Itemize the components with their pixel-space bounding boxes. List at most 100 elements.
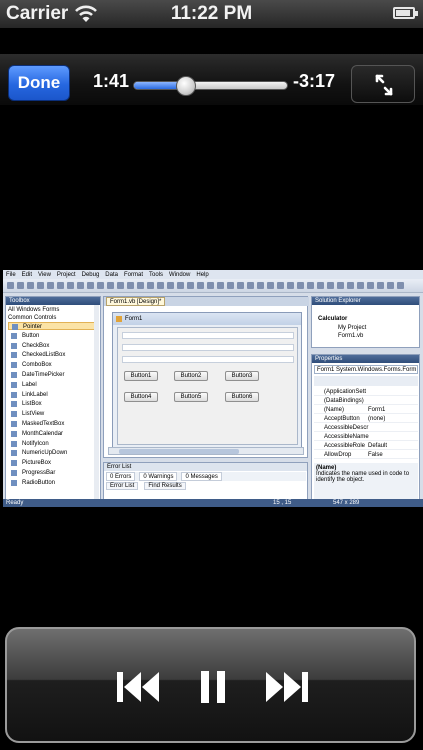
toolbar-icon [57, 282, 64, 289]
toolbar-icon [247, 282, 254, 289]
property-row: AccessibleRole Default [314, 442, 418, 450]
toolbar-icon [227, 282, 234, 289]
toolbar-icon [7, 282, 14, 289]
properties-object: Form1 System.Windows.Forms.Form [314, 365, 418, 374]
pause-icon[interactable] [200, 669, 226, 705]
vs-toolbar [3, 279, 423, 293]
scrubber-thumb[interactable] [176, 76, 197, 96]
toolbar-icon [217, 282, 224, 289]
property-name: (DataBindings) [324, 398, 364, 404]
toolbox-item: ListBox [8, 400, 96, 408]
toolbar-icon [277, 282, 284, 289]
property-row: AcceptButton (none) [314, 415, 418, 423]
toolbar-icon [167, 282, 174, 289]
property-name: AllowDrop [324, 452, 352, 458]
properties-title: Properties [312, 355, 419, 363]
video-frame[interactable]: File Edit View Project Debug Data Format Tools W… [3, 270, 423, 507]
control-icon [11, 460, 17, 467]
toolbox-item: Button [8, 332, 96, 340]
toolbar-icon [337, 282, 344, 289]
toolbox-item: Pointer [8, 322, 96, 330]
designer-tab-strip: Form1.vb [Design]* [104, 297, 309, 306]
property-row: AccessibleName [314, 433, 418, 441]
property-value: (none) [368, 416, 386, 422]
previous-track-icon[interactable] [115, 669, 161, 705]
control-icon [11, 421, 17, 427]
vs-menu-item: Project [56, 271, 76, 278]
warning-count: 0 Warnings [139, 472, 178, 481]
form-button: Button5 [174, 392, 208, 402]
property-name: AccessibleRole [324, 443, 366, 449]
toolbox-item: LinkLabel [8, 391, 96, 399]
expand-button[interactable] [351, 65, 415, 103]
toolbox-item: ProgressBar [8, 469, 96, 477]
control-icon [11, 391, 17, 398]
vs-properties-panel: Properties Form1 System.Windows.Forms.Fo… [311, 354, 420, 501]
control-icon [11, 342, 17, 349]
error-list-tab: Error List [106, 482, 139, 490]
designer-scrollbar [108, 447, 304, 455]
control-icon [11, 470, 17, 476]
toolbox-item-label: ListBox [22, 401, 42, 408]
toolbox-item-label: Pointer [23, 324, 43, 330]
property-name: AccessibleName [324, 434, 369, 440]
control-icon [12, 324, 18, 330]
toolbox-item-label: RadioButton [22, 479, 56, 486]
toolbox-item-label: ComboBox [22, 362, 52, 369]
error-list-filters: 0 Errors 0 Warnings 0 Messages [106, 472, 306, 481]
toolbox-item: RadioButton [8, 479, 96, 487]
status-time: 11:22 PM [170, 3, 253, 24]
vs-toolbox-panel: Toolbox All Windows Forms Common Control… [5, 296, 101, 502]
designer-tab: Form1.vb [Design]* [106, 297, 166, 306]
toolbox-item-label: CheckBox [22, 342, 50, 349]
property-row: AccessibleDescr [314, 424, 418, 432]
toolbar-icon [207, 282, 214, 289]
vs-menu-item: Window [169, 271, 191, 278]
battery-level [396, 10, 410, 16]
toolbox-item-label: Label [22, 381, 37, 388]
toolbar-icon [177, 282, 184, 289]
toolbox-item-label: ListView [22, 411, 45, 418]
toolbar-icon [327, 282, 334, 289]
form-button: Button6 [225, 392, 259, 402]
toolbar-icon [257, 282, 264, 289]
next-track-icon[interactable] [264, 669, 310, 705]
toolbox-item: CheckedListBox [8, 351, 96, 359]
error-list-title: Error List [104, 463, 307, 471]
form-button: Button3 [225, 371, 259, 381]
toolbar-icon [117, 282, 124, 289]
toolbar-icon [317, 282, 324, 289]
toolbar-icon [77, 282, 84, 289]
status-bar: Carrier 11:22 PM [0, 0, 423, 28]
toolbar-icon [367, 282, 374, 289]
vs-menu-item: Debug [81, 271, 100, 278]
form-window: Form1 Button1 Button2 Button3 Button4 Bu… [112, 312, 302, 452]
control-icon [11, 372, 17, 378]
form-textbox [122, 356, 294, 363]
toolbox-item: ListView [8, 410, 96, 418]
solution-explorer-title: Solution Explorer [312, 297, 419, 305]
done-button[interactable]: Done [8, 65, 70, 101]
toolbox-item: MonthCalendar [8, 430, 96, 438]
property-row: (ApplicationSett [314, 388, 418, 396]
control-icon [11, 440, 17, 447]
vs-menu-item: View [38, 271, 51, 278]
form-title: Form1 [113, 313, 301, 325]
toolbox-item: NotifyIcon [8, 440, 96, 448]
property-name: (Name) [324, 407, 345, 413]
toolbox-item-label: NumericUpDown [22, 450, 68, 457]
scrubber-track[interactable] [133, 76, 288, 96]
toolbox-item-label: PictureBox [22, 460, 52, 467]
properties-description: (Name) Indicates the name used in code t… [314, 463, 418, 499]
control-icon [11, 411, 17, 418]
playback-control-panel [5, 627, 416, 743]
control-icon [11, 332, 17, 339]
toolbox-title: Toolbox [6, 297, 100, 305]
vs-status-size: 547 x 289 [333, 500, 360, 506]
vs-status-bar: Ready 15 , 15 547 x 289 [3, 499, 423, 507]
message-count: 0 Messages [181, 472, 222, 481]
toolbox-item-label: MaskedTextBox [22, 421, 65, 427]
control-icon [11, 381, 17, 388]
control-icon [11, 450, 17, 457]
control-icon [11, 362, 17, 369]
